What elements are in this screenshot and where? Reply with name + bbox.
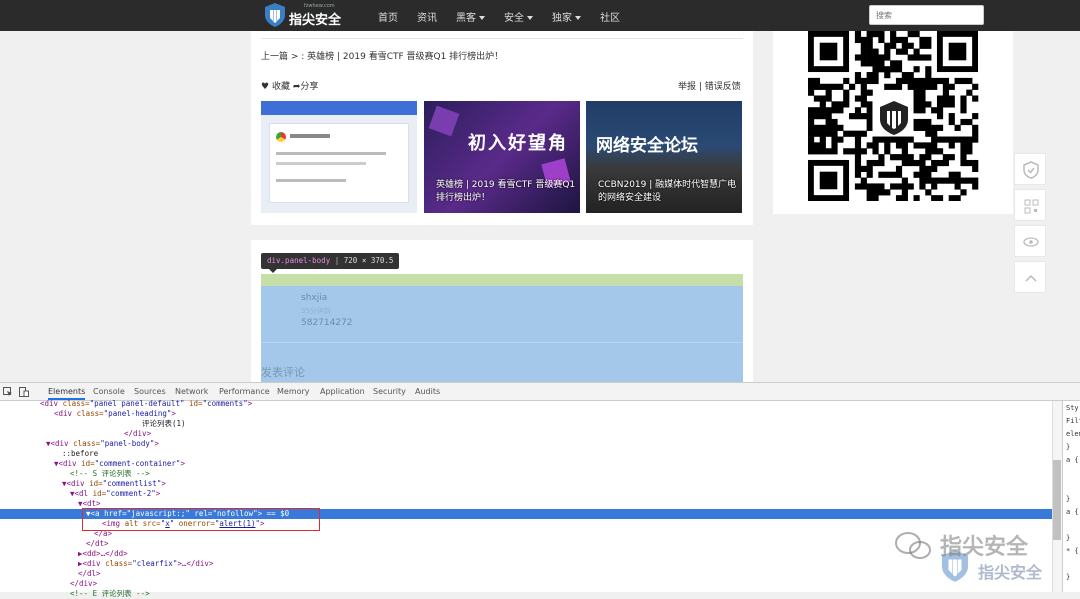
nav-item-news[interactable]: 资讯 (417, 9, 437, 24)
devtools-tab-security[interactable]: Security (373, 387, 406, 396)
dom-node[interactable]: </div> (0, 429, 1052, 439)
thumb-banner: 初入好望角 (468, 133, 568, 154)
caret-down-icon (527, 16, 533, 20)
highlight-content (261, 286, 743, 382)
comment-time: 35分钟前 (301, 307, 331, 315)
shield-logo-icon (265, 3, 285, 27)
dom-node[interactable]: ▼<div id="comment-container"> (0, 459, 1052, 469)
nav-label: 资讯 (417, 13, 437, 24)
device-toolbar-icon[interactable] (19, 387, 29, 397)
wechat-icon (895, 532, 931, 559)
tooltip-selector: div.panel-body (267, 256, 331, 265)
watermark-text: 指尖安全 (940, 535, 1029, 560)
post-comment-heading: 发表评论 (261, 366, 305, 379)
dom-node[interactable]: <div class="panel panel-default" id="com… (0, 399, 1052, 409)
prev-article-link[interactable]: 上一篇 > : 英雄榜 | 2019 看雪CTF 晋级赛Q1 排行榜出炉！ (261, 49, 503, 62)
highlight-annotation-box (82, 508, 320, 531)
nav-item-security[interactable]: 安全 (504, 9, 533, 24)
comment-text: 582714272 (301, 318, 353, 328)
devtools-tab-network[interactable]: Network (175, 387, 208, 396)
dom-node[interactable]: ▼<div id="commentlist"> (0, 479, 1052, 489)
dom-node[interactable]: ▼<div class="panel-body"> (0, 439, 1052, 449)
styles-line: a { (1066, 508, 1079, 516)
dom-node[interactable]: <div class="panel-heading"> (0, 409, 1052, 419)
watermark: 指尖安全 指尖安全 (890, 525, 1070, 585)
eye-icon (1023, 237, 1039, 247)
search-input[interactable] (869, 5, 984, 25)
dom-node[interactable]: 评论列表(1) (0, 419, 1052, 429)
inspect-element-icon[interactable] (3, 387, 13, 397)
chrome-icon (276, 132, 286, 142)
dom-node[interactable]: ::before (0, 449, 1052, 459)
thumb-caption: CCBN2019 | 融媒体时代智慧广电的网络安全建设 (598, 180, 737, 203)
thumb-settings-card (269, 123, 409, 203)
devtools-tab-audits[interactable]: Audits (415, 387, 440, 396)
shield-check-icon (1023, 161, 1039, 179)
nav-label: 社区 (600, 13, 620, 24)
logo-text: 指尖安全 (289, 13, 342, 28)
styles-line: Filte (1066, 417, 1080, 425)
thumb-caption: 英雄榜 | 2019 看雪CTF 晋级赛Q1 排行榜出炉！ (436, 180, 576, 203)
nav-item-community[interactable]: 社区 (600, 9, 620, 24)
watermark-text-secondary: 指尖安全 (978, 563, 1043, 582)
devtools-tab-performance[interactable]: Performance (219, 387, 270, 396)
thumb-banner: 网络安全论坛 (596, 136, 698, 156)
favorite-button[interactable]: ♥ 收藏 (261, 82, 290, 92)
styles-line: } (1066, 443, 1071, 451)
article-feedback: 举报 | 错误反馈 (678, 82, 741, 92)
nav-label: 首页 (378, 13, 398, 24)
qr-code (808, 31, 980, 201)
prev-title[interactable]: 英雄榜 | 2019 看雪CTF 晋级赛Q1 排行榜出炉！ (307, 52, 503, 62)
inspect-tooltip: div.panel-body | 720 × 370.5 (261, 253, 400, 269)
related-thumb[interactable]: 初入好望角 英雄榜 | 2019 看雪CTF 晋级赛Q1 排行榜出炉！ (424, 101, 580, 213)
chevron-up-icon (1025, 274, 1037, 282)
site-logo[interactable]: fzwhew.com 指尖安全 (264, 2, 344, 28)
thumb-browser-bar (261, 101, 417, 115)
dom-node[interactable]: ▼<dl id="comment-2"> (0, 489, 1052, 499)
devtools-tab-sources[interactable]: Sources (134, 387, 166, 396)
styles-line: a { (1066, 456, 1079, 464)
styles-line: Sty (1066, 404, 1079, 412)
nav-label: 安全 (504, 13, 524, 24)
devtools-tab-application[interactable]: Application (320, 387, 365, 396)
nav-label: 独家 (552, 13, 572, 24)
devtools-tab-console[interactable]: Console (93, 387, 125, 396)
prev-prefix: 上一篇 > : (261, 52, 305, 62)
related-thumb[interactable] (261, 101, 417, 213)
caret-down-icon (575, 16, 581, 20)
favorite-label: 收藏 (271, 82, 290, 92)
top-navbar: fzwhew.com 指尖安全 首页 资讯 黑客 安全 独家 社区 (0, 0, 1080, 31)
comment-username[interactable]: shxjia (301, 293, 327, 303)
nav-item-hacker[interactable]: 黑客 (456, 9, 485, 24)
share-button[interactable]: ➦分享 (293, 82, 319, 92)
report-link[interactable]: 举报 (678, 82, 696, 92)
devtools-tab-memory[interactable]: Memory (277, 387, 310, 396)
divider (261, 342, 743, 343)
qrcode-icon (1024, 199, 1039, 214)
side-qrcode-button[interactable] (1014, 189, 1046, 221)
nav-item-exclusive[interactable]: 独家 (552, 9, 581, 24)
divider (261, 38, 743, 39)
error-feedback-link[interactable]: 错误反馈 (705, 82, 741, 92)
styles-line: elem (1066, 430, 1080, 438)
highlight-padding (261, 274, 743, 286)
share-label: 分享 (300, 82, 319, 92)
dom-node[interactable]: <!-- E 评论列表 --> (0, 589, 1052, 599)
tooltip-size: 720 × 370.5 (343, 256, 394, 265)
tooltip-arrow (268, 268, 278, 273)
caret-down-icon (479, 16, 485, 20)
side-security-button[interactable] (1014, 153, 1046, 185)
article-actions: ♥ 收藏 ➦分享 (261, 79, 318, 92)
dom-node[interactable]: <!-- S 评论列表 --> (0, 469, 1052, 479)
styles-line: } (1066, 495, 1071, 503)
nav-label: 黑客 (456, 13, 476, 24)
nav-item-home[interactable]: 首页 (378, 9, 398, 24)
back-to-top-button[interactable] (1014, 261, 1046, 293)
side-view-button[interactable] (1014, 225, 1046, 257)
heart-icon: ♥ (261, 82, 270, 92)
related-thumb[interactable]: 网络安全论坛 CCBN2019 | 融媒体时代智慧广电的网络安全建设 (586, 101, 742, 213)
